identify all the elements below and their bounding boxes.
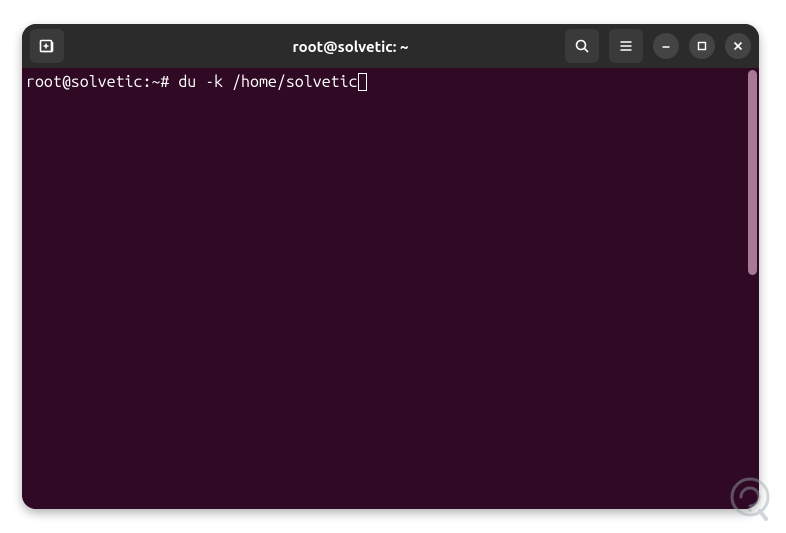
close-button[interactable] [725, 33, 751, 59]
scrollbar-thumb[interactable] [748, 70, 757, 275]
minimize-button[interactable] [653, 33, 679, 59]
cursor [358, 73, 367, 91]
titlebar-left [30, 29, 160, 63]
maximize-icon [696, 40, 708, 52]
terminal-body[interactable]: root@solvetic:~# du -k /home/solvetic [22, 68, 759, 509]
maximize-button[interactable] [689, 33, 715, 59]
search-icon [574, 38, 590, 54]
titlebar: root@solvetic: ~ [22, 24, 759, 68]
search-button[interactable] [565, 29, 599, 63]
watermark-logo [722, 471, 778, 527]
close-icon [732, 40, 744, 52]
new-tab-icon [38, 37, 56, 55]
window-title: root@solvetic: ~ [160, 38, 541, 55]
terminal-line: root@solvetic:~# du -k /home/solvetic [26, 72, 753, 92]
shell-command: du -k /home/solvetic [178, 72, 357, 92]
minimize-icon [660, 40, 672, 52]
new-tab-button[interactable] [30, 29, 64, 63]
titlebar-right [541, 29, 751, 63]
shell-prompt: root@solvetic:~# [26, 72, 178, 92]
hamburger-icon [618, 38, 634, 54]
hamburger-menu-button[interactable] [609, 29, 643, 63]
terminal-window: root@solvetic: ~ [22, 24, 759, 509]
